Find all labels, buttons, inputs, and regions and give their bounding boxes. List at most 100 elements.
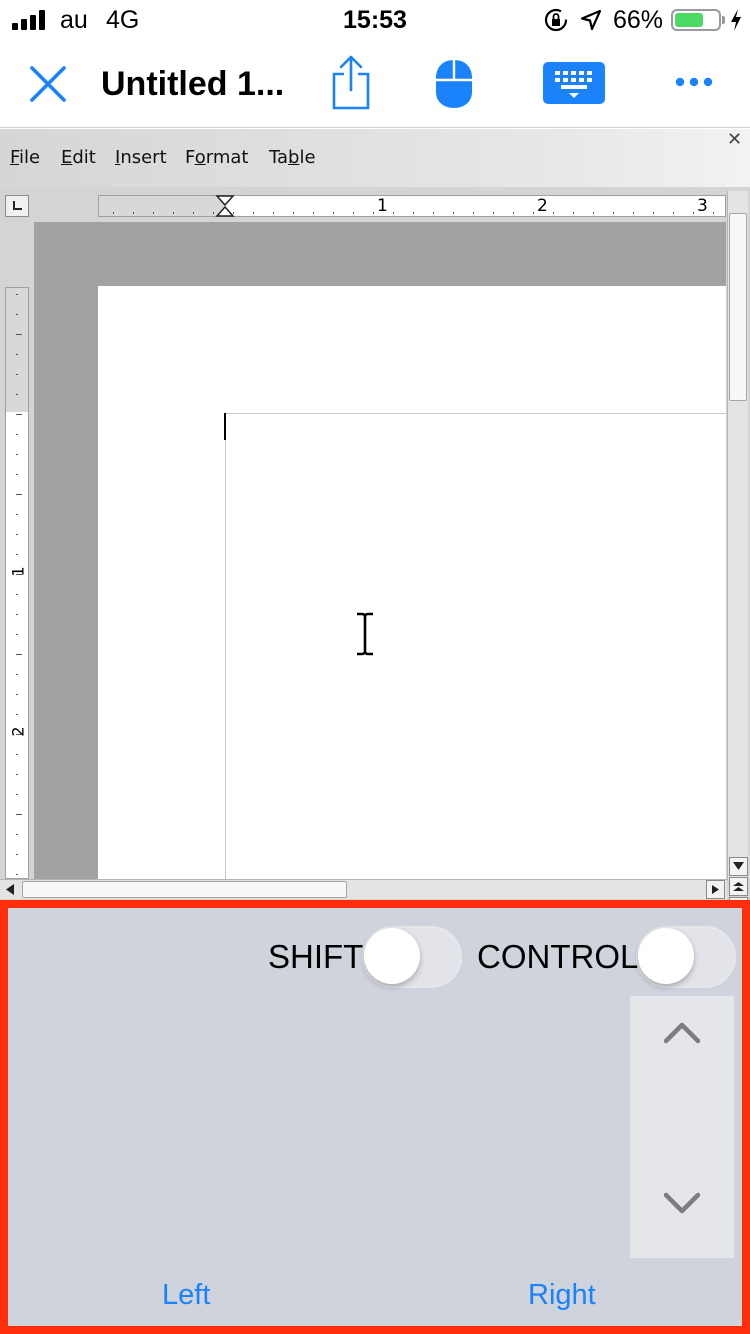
ibeam-cursor-icon [357, 612, 373, 656]
ruler-tick [133, 212, 134, 214]
horizontal-ruler[interactable]: 1 2 3 [98, 195, 726, 217]
ruler-tick [613, 212, 614, 214]
previous-page-button[interactable] [729, 877, 748, 896]
ruler-tick [653, 212, 654, 214]
ruler-tick [16, 334, 22, 335]
status-bar: au 4G 15:53 66% [0, 0, 750, 40]
ruler-tick [16, 834, 18, 835]
ruler-tick [213, 212, 214, 214]
toggle-knob [638, 928, 694, 984]
shift-label: SHIFT [268, 938, 364, 975]
control-toggle[interactable] [636, 926, 736, 988]
right-click-button[interactable]: Right [528, 1278, 596, 1312]
scroll-right-button[interactable] [706, 880, 725, 899]
menu-insert[interactable]: Insert [115, 147, 167, 169]
document-title: Untitled 1... [101, 65, 285, 103]
app-header: Untitled 1... [0, 40, 750, 128]
more-icon[interactable] [674, 76, 714, 88]
battery-level-fill [675, 13, 703, 27]
rotation-lock-icon [544, 8, 568, 32]
menubar-close-icon[interactable]: ✕ [727, 129, 742, 150]
ruler-label: 3 [697, 196, 708, 216]
toggle-knob [364, 928, 420, 984]
ruler-tick [16, 294, 18, 295]
chevron-up-icon[interactable] [664, 1020, 700, 1044]
ruler-tick [16, 414, 22, 415]
vertical-ruler[interactable]: 1 2 [5, 287, 29, 879]
ruler-tick [313, 212, 314, 214]
ruler-tick [16, 314, 18, 315]
ruler-tick [253, 212, 254, 214]
ruler-tick [393, 212, 394, 214]
ruler-tick [293, 212, 294, 214]
ruler-tick [16, 374, 18, 375]
menu-edit[interactable]: Edit [61, 147, 96, 169]
keyboard-button[interactable] [543, 62, 605, 104]
ruler-tick [16, 474, 18, 475]
scroll-down-button[interactable] [729, 857, 748, 876]
ruler-tick [16, 874, 18, 875]
ruler-tick [173, 212, 174, 214]
indent-marker-icon[interactable] [215, 195, 235, 217]
ruler-tick [413, 212, 414, 214]
menu-file[interactable]: File [10, 147, 40, 169]
charging-bolt-icon [731, 9, 741, 31]
battery-tip [722, 16, 725, 24]
ruler-tick [16, 354, 18, 355]
left-click-button[interactable]: Left [162, 1278, 210, 1312]
menu-table[interactable]: Table [269, 147, 316, 169]
ruler-tick [433, 212, 434, 214]
ruler-tick [16, 494, 22, 495]
ruler-tick [673, 212, 674, 214]
share-icon[interactable] [330, 54, 372, 112]
battery-icon [671, 9, 721, 31]
ruler-tick [16, 574, 22, 575]
ruler-tick [16, 754, 18, 755]
ruler-label: 2 [8, 726, 28, 737]
scroll-strip[interactable] [630, 996, 734, 1258]
arrow-left-icon[interactable] [6, 884, 14, 895]
ruler-tick [16, 394, 18, 395]
ruler-tick [153, 212, 154, 214]
control-label: CONTROL [477, 938, 639, 975]
close-icon[interactable] [26, 62, 70, 106]
horizontal-scrollbar[interactable] [0, 879, 727, 899]
remote-desktop-view[interactable]: File Edit Insert Format Table ✕ 1 2 3 1 … [0, 129, 750, 900]
tab-type-selector[interactable] [5, 195, 29, 217]
shift-toggle[interactable] [362, 926, 462, 988]
ruler-tick [573, 212, 574, 214]
arrow-right-icon [712, 885, 719, 894]
arrow-down-icon [733, 862, 744, 870]
menu-format[interactable]: Format [185, 147, 248, 169]
mouse-icon[interactable] [434, 58, 474, 110]
ruler-tick [16, 554, 18, 555]
ruler-tick [113, 212, 114, 214]
ruler-tick [593, 212, 594, 214]
document-page[interactable] [98, 286, 726, 879]
battery-percent: 66% [613, 6, 664, 34]
ruler-tick [353, 212, 354, 214]
ruler-tick [16, 514, 18, 515]
vertical-scroll-thumb[interactable] [729, 213, 747, 401]
ruler-tick [493, 212, 494, 214]
ruler-tick [16, 594, 18, 595]
trackpad-panel[interactable]: SHIFT CONTROL Left Right [0, 900, 750, 1334]
ruler-tick [553, 212, 554, 214]
ruler-tick [16, 634, 18, 635]
chevron-down-icon[interactable] [664, 1192, 700, 1216]
vertical-scrollbar[interactable] [727, 191, 748, 900]
location-arrow-icon [580, 9, 602, 31]
ruler-tick [193, 212, 194, 214]
document-canvas[interactable] [34, 222, 726, 879]
ruler-tick [16, 814, 22, 815]
horizontal-scroll-thumb[interactable] [22, 881, 347, 898]
ruler-margin-shade [99, 196, 225, 216]
text-cursor [224, 413, 226, 440]
ruler-label: 2 [537, 196, 548, 216]
ruler-tick [16, 534, 18, 535]
ruler-tick [16, 714, 18, 715]
ruler-tick [16, 854, 18, 855]
remote-menubar: File Edit Insert Format Table ✕ [0, 129, 750, 187]
double-up-icon [733, 882, 744, 891]
ruler-tick [333, 212, 334, 214]
